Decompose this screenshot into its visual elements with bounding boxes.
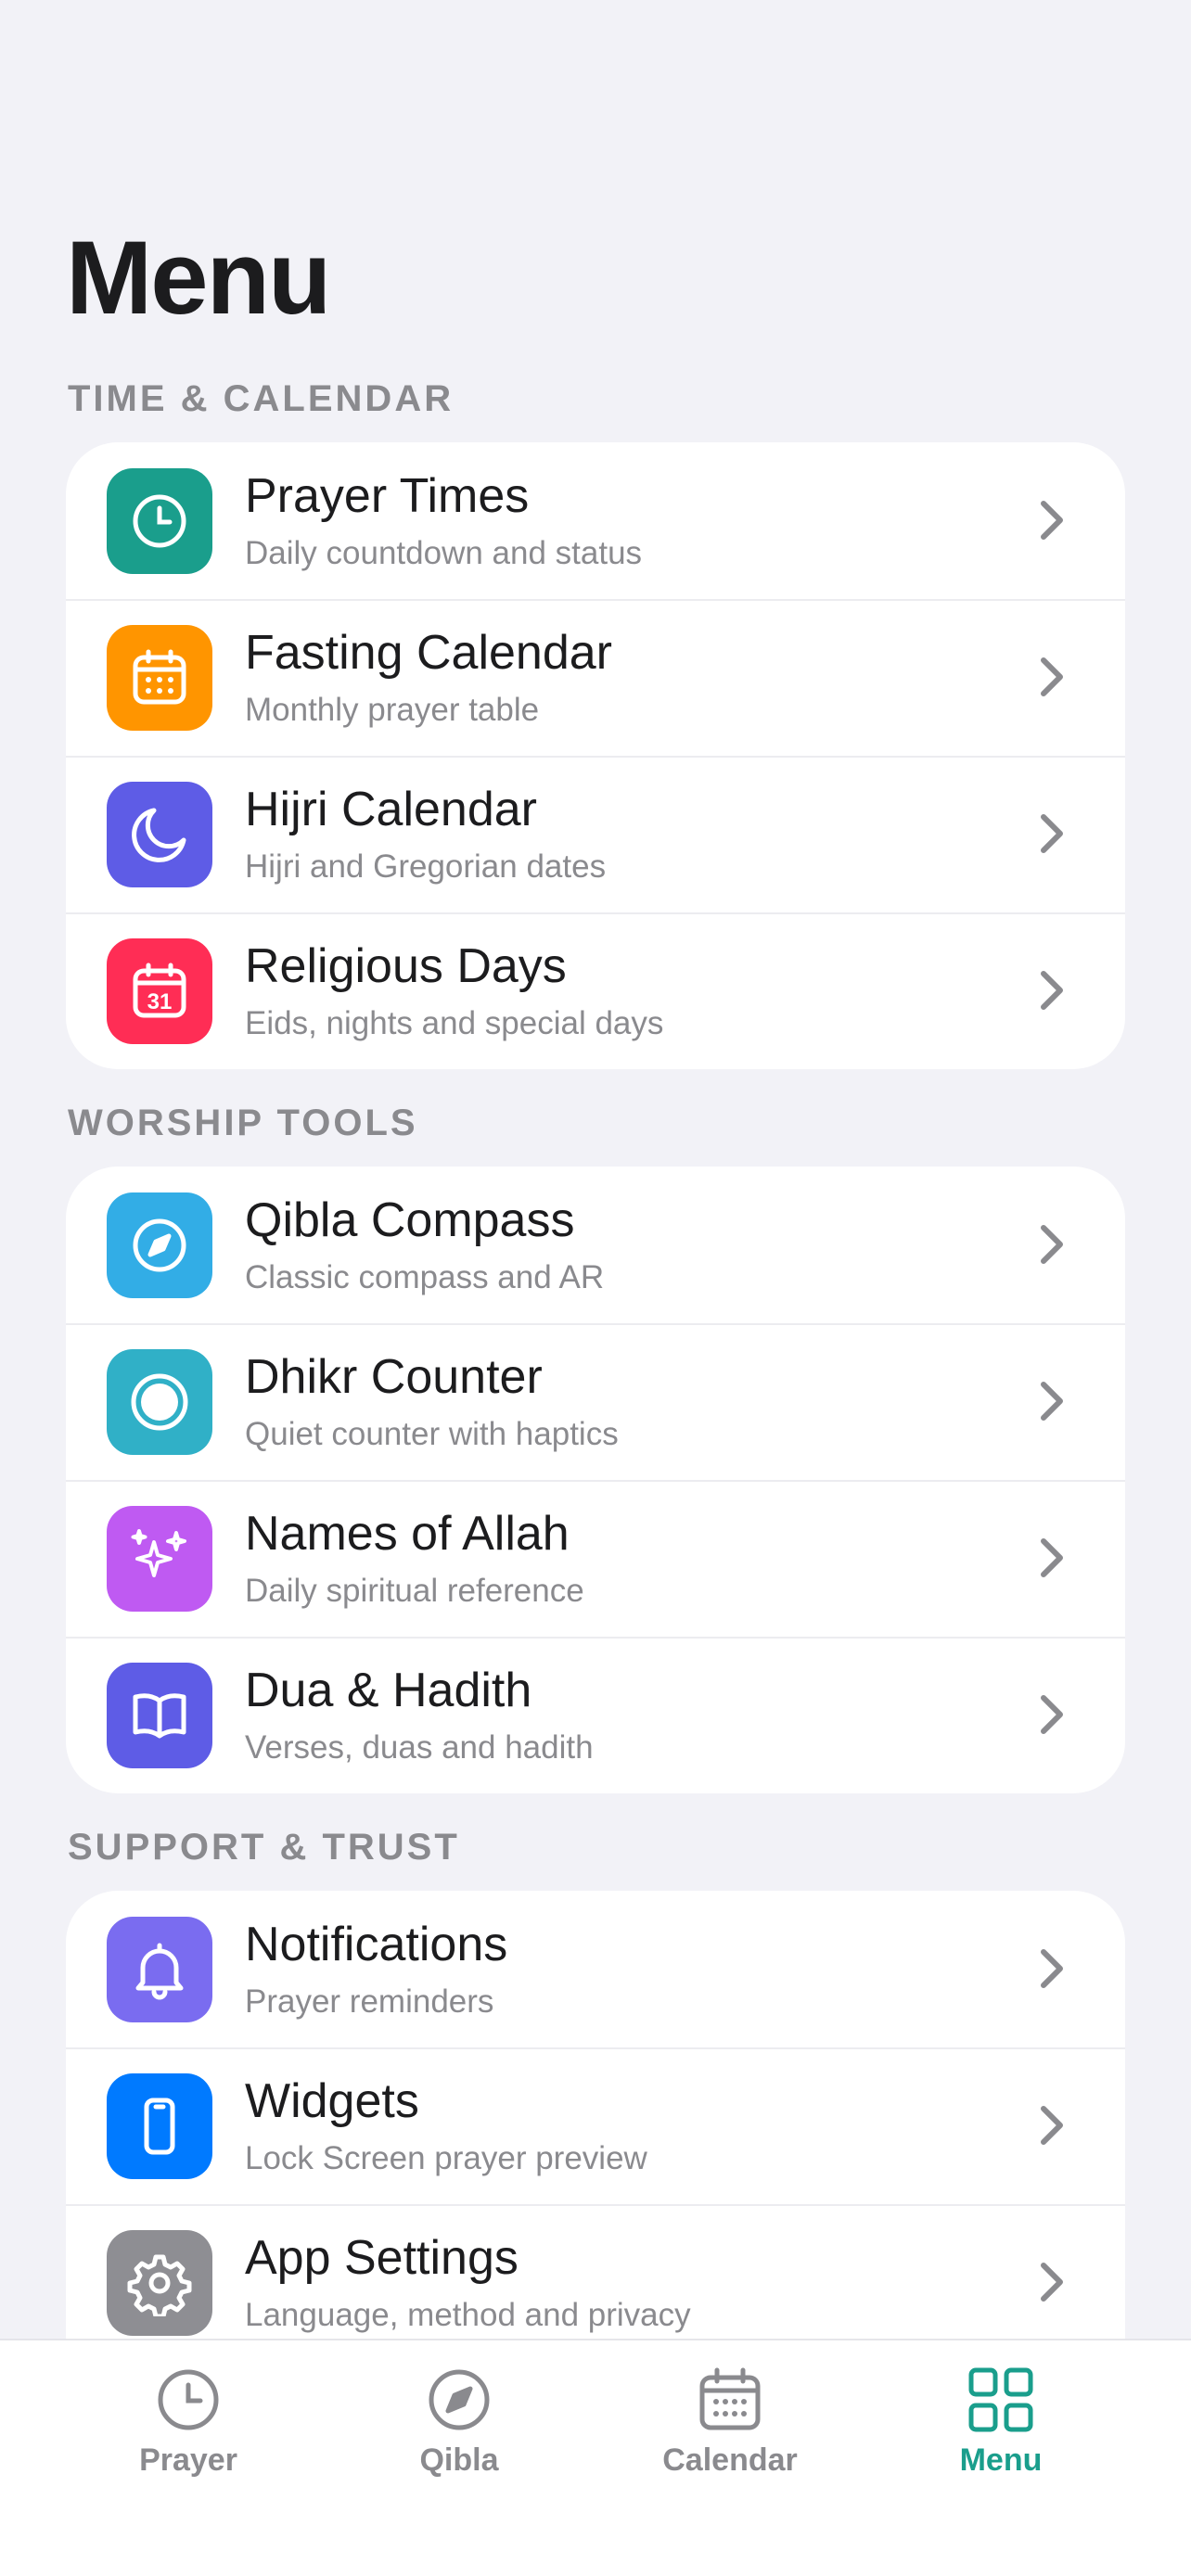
chevron-right-icon xyxy=(1041,2263,1063,2302)
calendar-icon xyxy=(699,2367,761,2430)
section-header-support-trust: SUPPORT & TRUST xyxy=(68,1827,460,1868)
menu-item-subtitle: Quiet counter with haptics xyxy=(245,1416,619,1452)
menu-item-fasting-calendar[interactable]: Fasting Calendar Monthly prayer table xyxy=(66,599,1125,756)
chevron-right-icon xyxy=(1041,1949,1063,1988)
menu-item-title: Prayer Times xyxy=(245,469,530,523)
section-header-time-calendar: TIME & CALENDAR xyxy=(68,378,455,419)
chevron-right-icon xyxy=(1041,501,1063,540)
section-header-worship-tools: WORSHIP TOOLS xyxy=(68,1103,418,1143)
menu-item-subtitle: Eids, nights and special days xyxy=(245,1005,664,1041)
tab-label: Prayer xyxy=(139,2442,237,2478)
calendar-grid-icon xyxy=(107,625,212,731)
sparkles-icon xyxy=(107,1506,212,1612)
menu-item-subtitle: Monthly prayer table xyxy=(245,692,540,728)
tab-label: Menu xyxy=(959,2442,1043,2478)
menu-item-subtitle: Classic compass and AR xyxy=(245,1259,605,1295)
menu-item-prayer-times[interactable]: Prayer Times Daily countdown and status xyxy=(66,442,1125,599)
section-card-time-calendar: Prayer Times Daily countdown and status … xyxy=(66,442,1125,1069)
grid-icon xyxy=(968,2367,1033,2432)
menu-item-app-settings[interactable]: App Settings Language, method and privac… xyxy=(66,2204,1125,2361)
chevron-right-icon xyxy=(1041,1382,1063,1421)
moon-icon xyxy=(107,782,212,887)
svg-text:31: 31 xyxy=(147,989,173,1014)
menu-item-title: Dua & Hadith xyxy=(245,1664,532,1717)
menu-item-subtitle: Hijri and Gregorian dates xyxy=(245,848,607,885)
menu-item-dhikr-counter[interactable]: Dhikr Counter Quiet counter with haptics xyxy=(66,1323,1125,1480)
menu-item-title: Fasting Calendar xyxy=(245,626,612,680)
compass-icon xyxy=(429,2369,490,2430)
gear-icon xyxy=(107,2230,212,2336)
status-bar xyxy=(0,0,1191,158)
book-icon xyxy=(107,1663,212,1768)
menu-item-subtitle: Prayer reminders xyxy=(245,1983,494,2020)
menu-item-title: App Settings xyxy=(245,2231,519,2285)
menu-item-title: Names of Allah xyxy=(245,1507,570,1561)
menu-item-hijri-calendar[interactable]: Hijri Calendar Hijri and Gregorian dates xyxy=(66,756,1125,912)
menu-item-notifications[interactable]: Notifications Prayer reminders xyxy=(66,1891,1125,2047)
section-card-worship-tools: Qibla Compass Classic compass and AR Dhi… xyxy=(66,1167,1125,1793)
chevron-right-icon xyxy=(1041,971,1063,1010)
menu-item-subtitle: Language, method and privacy xyxy=(245,2297,691,2333)
chevron-right-icon xyxy=(1041,657,1063,696)
clock-icon xyxy=(158,2369,219,2430)
menu-item-names-of-allah[interactable]: Names of Allah Daily spiritual reference xyxy=(66,1480,1125,1637)
menu-item-qibla-compass[interactable]: Qibla Compass Classic compass and AR xyxy=(66,1167,1125,1323)
chevron-right-icon xyxy=(1041,1538,1063,1577)
chevron-right-icon xyxy=(1041,1225,1063,1264)
menu-item-dua-hadith[interactable]: Dua & Hadith Verses, duas and hadith xyxy=(66,1637,1125,1793)
menu-item-subtitle: Verses, duas and hadith xyxy=(245,1729,594,1766)
bell-icon xyxy=(107,1917,212,2022)
tab-label: Qibla xyxy=(419,2442,499,2478)
tab-bar: Prayer Qibla Calendar Menu xyxy=(0,2339,1191,2576)
menu-item-title: Widgets xyxy=(245,2074,419,2128)
menu-item-title: Hijri Calendar xyxy=(245,783,537,836)
chevron-right-icon xyxy=(1041,1695,1063,1734)
menu-item-subtitle: Daily spiritual reference xyxy=(245,1573,584,1609)
tab-qibla[interactable]: Qibla xyxy=(366,2363,552,2479)
menu-screen: Menu TIME & CALENDAR Prayer Times Daily … xyxy=(0,0,1191,2576)
chevron-right-icon xyxy=(1041,814,1063,853)
clock-icon xyxy=(107,468,212,574)
circle-icon xyxy=(107,1349,212,1455)
calendar-31-icon: 31 xyxy=(107,938,212,1044)
tab-label: Calendar xyxy=(662,2442,798,2478)
section-card-support-trust: Notifications Prayer reminders Widgets L… xyxy=(66,1891,1125,2361)
menu-item-title: Dhikr Counter xyxy=(245,1350,543,1404)
menu-item-title: Notifications xyxy=(245,1918,508,1971)
menu-item-subtitle: Lock Screen prayer preview xyxy=(245,2140,647,2176)
page-title: Menu xyxy=(66,220,331,336)
menu-item-title: Religious Days xyxy=(245,939,567,993)
tab-prayer[interactable]: Prayer xyxy=(96,2363,281,2479)
tab-menu[interactable]: Menu xyxy=(908,2363,1094,2479)
compass-icon xyxy=(107,1192,212,1298)
tab-calendar[interactable]: Calendar xyxy=(637,2363,823,2479)
menu-item-subtitle: Daily countdown and status xyxy=(245,535,643,571)
menu-item-title: Qibla Compass xyxy=(245,1193,575,1247)
menu-item-religious-days[interactable]: 31 Religious Days Eids, nights and speci… xyxy=(66,912,1125,1069)
phone-icon xyxy=(107,2073,212,2179)
chevron-right-icon xyxy=(1041,2106,1063,2145)
menu-item-widgets[interactable]: Widgets Lock Screen prayer preview xyxy=(66,2047,1125,2204)
